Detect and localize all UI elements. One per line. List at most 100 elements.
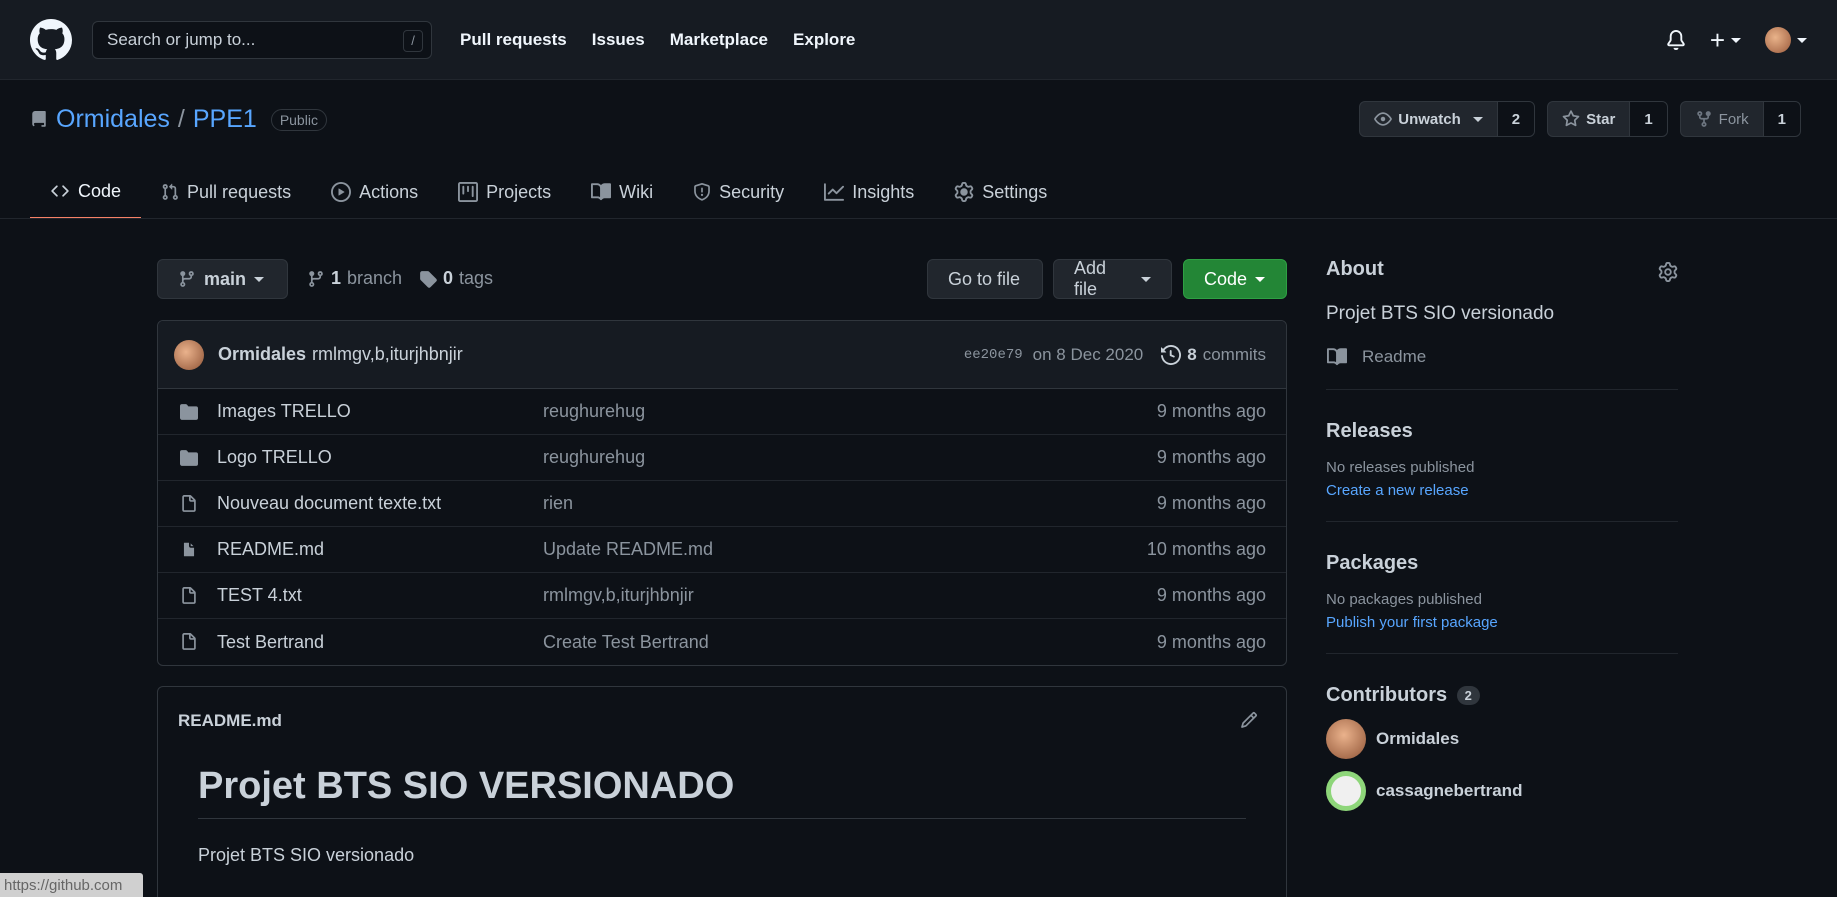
fork-icon [1696, 111, 1711, 127]
tab-code[interactable]: Code [30, 165, 142, 219]
readme-paragraph: Projet BTS SIO versionado [198, 845, 415, 865]
file-name-link[interactable]: Nouveau document texte.txt [217, 493, 543, 514]
file-name-link[interactable]: Logo TRELLO [217, 447, 543, 468]
nav-explore[interactable]: Explore [793, 30, 855, 49]
gear-icon [954, 182, 974, 202]
releases-empty-text: No releases published [1326, 459, 1475, 476]
commit-meta: ee20e79 on 8 Dec 2020 8 commits [964, 345, 1266, 365]
tab-label: Security [719, 181, 785, 202]
header-actions: + [1666, 0, 1807, 80]
file-row: Nouveau document texte.txt rien 9 months… [158, 481, 1286, 527]
top-nav: Pull requests Issues Marketplace Explore [440, 29, 855, 50]
create-new-menu[interactable]: + [1709, 25, 1741, 55]
readme-header: README.md [158, 687, 1286, 755]
tab-label: Code [78, 180, 122, 201]
file-commit-message-link[interactable]: reughurehug [543, 447, 1157, 468]
publish-package-link[interactable]: Publish your first package [1326, 614, 1678, 631]
file-name-link[interactable]: TEST 4.txt [217, 585, 543, 606]
user-menu[interactable] [1765, 27, 1807, 53]
commit-sha-link[interactable]: ee20e79 [964, 347, 1023, 363]
go-to-file-button[interactable]: Go to file [927, 259, 1043, 299]
packages-title[interactable]: Packages [1326, 552, 1678, 575]
file-commit-message-link[interactable]: reughurehug [543, 401, 1157, 422]
repo-name-link[interactable]: PPE1 [193, 105, 257, 134]
about-section: About Projet BTS SIO versionado Readme [1326, 258, 1678, 367]
file-commit-message-link[interactable]: rien [543, 493, 1157, 514]
file-commit-message-link[interactable]: Update README.md [543, 539, 1147, 560]
tab-actions[interactable]: Actions [311, 165, 438, 219]
unwatch-button[interactable]: Unwatch [1360, 102, 1498, 136]
file-row: Images TRELLO reughurehug 9 months ago [158, 389, 1286, 435]
file-icon [182, 586, 196, 604]
fork-count[interactable]: 1 [1763, 102, 1800, 136]
releases-title[interactable]: Releases [1326, 420, 1678, 443]
avatar [1326, 719, 1366, 759]
readme-link[interactable]: Readme [1326, 347, 1678, 367]
code-label: Code [1204, 268, 1248, 289]
avatar[interactable] [174, 339, 204, 370]
contributor[interactable]: Ormidales [1326, 719, 1678, 759]
contributor[interactable]: cassagnebertrand [1326, 771, 1678, 811]
repo-actions: Unwatch 2 Star 1 Fork 1 [1359, 101, 1801, 137]
tab-wiki[interactable]: Wiki [571, 165, 673, 219]
file-age: 9 months ago [1156, 447, 1266, 467]
about-title: About [1326, 258, 1384, 280]
star-icon [1562, 110, 1580, 127]
commits-link[interactable]: 8 commits [1161, 345, 1266, 365]
nav-issues[interactable]: Issues [592, 30, 645, 49]
git-branch-icon [309, 270, 323, 287]
code-button[interactable]: Code [1183, 259, 1287, 299]
readme-heading: Projet BTS SIO VERSIONADO [198, 765, 1246, 819]
branch-select-button[interactable]: main [157, 259, 288, 299]
tab-settings[interactable]: Settings [934, 165, 1067, 219]
tab-insights[interactable]: Insights [804, 165, 934, 219]
watch-count[interactable]: 2 [1497, 102, 1535, 136]
search-input[interactable]: Search or jump to... / [92, 20, 432, 59]
gear-icon[interactable] [1658, 262, 1678, 282]
divider [1326, 521, 1678, 522]
latest-commit: Ormidales rmlmgv,b,iturjhbnjir ee20e79 o… [158, 321, 1286, 389]
readme-filename[interactable]: README.md [178, 711, 282, 731]
status-bar-url: https://github.com [0, 873, 143, 897]
commit-author-link[interactable]: Ormidales [218, 344, 306, 365]
contributor-name: cassagnebertrand [1376, 781, 1523, 800]
fork-button-group: Fork 1 [1679, 101, 1801, 137]
readme-link-label: Readme [1362, 347, 1427, 366]
star-count[interactable]: 1 [1630, 102, 1667, 136]
branches-link[interactable]: 1 branch [307, 268, 402, 289]
repo-owner-link[interactable]: Ormidales [56, 105, 170, 134]
plus-icon: + [1709, 25, 1725, 55]
chevron-down-icon [1472, 116, 1483, 122]
bell-icon[interactable] [1666, 29, 1686, 51]
packages-empty-text: No packages published [1326, 591, 1482, 608]
tab-security[interactable]: Security [673, 165, 804, 219]
contributors-heading[interactable]: Contributors 2 [1326, 684, 1678, 707]
github-logo-icon[interactable] [30, 18, 72, 61]
commit-message-link[interactable]: rmlmgv,b,iturjhbnjir [312, 344, 463, 365]
fork-button[interactable]: Fork [1681, 102, 1764, 136]
file-row: Test Bertrand Create Test Bertrand 9 mon… [158, 619, 1286, 665]
file-commit-message-link[interactable]: rmlmgv,b,iturjhbnjir [543, 585, 1157, 606]
create-release-link[interactable]: Create a new release [1326, 482, 1678, 499]
tab-pull-requests[interactable]: Pull requests [141, 165, 311, 219]
branch-word: branch [347, 268, 403, 288]
add-file-button[interactable]: Add file [1053, 258, 1172, 299]
avatar [1326, 771, 1366, 811]
nav-marketplace[interactable]: Marketplace [670, 30, 768, 49]
star-label: Star [1586, 110, 1616, 128]
file-name-link[interactable]: README.md [217, 539, 543, 560]
file-name-link[interactable]: Test Bertrand [217, 632, 543, 653]
contributor-name: Ormidales [1376, 729, 1460, 748]
repo-icon [32, 110, 46, 127]
tags-link[interactable]: 0 tags [419, 268, 493, 289]
commit-date: on 8 Dec 2020 [1032, 344, 1144, 364]
star-button[interactable]: Star [1548, 102, 1631, 136]
file-name-link[interactable]: Images TRELLO [217, 401, 543, 422]
unwatch-label: Unwatch [1398, 110, 1461, 128]
project-icon [458, 182, 479, 202]
pencil-icon[interactable] [1240, 711, 1258, 729]
file-commit-message-link[interactable]: Create Test Bertrand [543, 632, 1157, 653]
tab-projects[interactable]: Projects [438, 165, 571, 219]
nav-pull-requests[interactable]: Pull requests [460, 30, 567, 49]
contributors-title: Contributors [1326, 684, 1448, 706]
